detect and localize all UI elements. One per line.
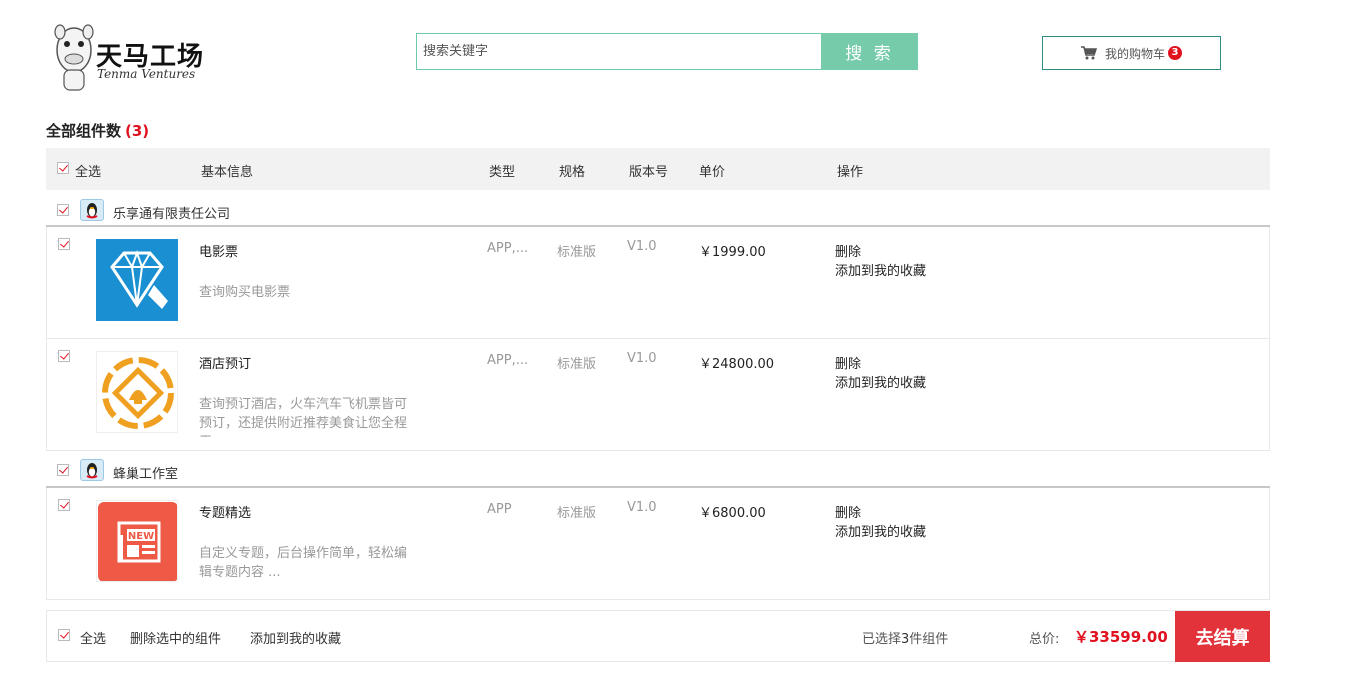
select-all-label: 全选	[75, 165, 102, 180]
column-spec: 规格	[559, 165, 586, 180]
search-input[interactable]	[416, 33, 821, 70]
my-cart-button[interactable]: 我的购物车 3	[1042, 36, 1221, 70]
cart-item: 电影票 查询购买电影票 APP,... 标准版 V1.0 ￥1999.00 删除…	[46, 227, 1270, 339]
item-checkbox[interactable]	[58, 350, 70, 362]
column-unit-price: 单价	[699, 165, 726, 180]
delete-link[interactable]: 删除	[835, 502, 861, 521]
total-price: ￥33599.00	[1074, 628, 1168, 646]
page-title: 全部组件数 (3)	[46, 120, 149, 141]
item-price: ￥1999.00	[699, 245, 766, 260]
diamond-film-icon[interactable]	[96, 239, 178, 321]
item-description: 自定义专题，后台操作简单，轻松编辑专题内容 ...	[199, 546, 408, 580]
item-version: V1.0	[627, 239, 657, 254]
total-label: 总价:	[1029, 632, 1060, 647]
cart-item: NEW 专题精选 自定义专题，后台操作简单，轻松编辑专题内容 ... APP 标…	[46, 488, 1270, 600]
checkout-button[interactable]: 去结算	[1175, 611, 1270, 662]
item-price: ￥24800.00	[699, 357, 775, 372]
delete-link[interactable]: 删除	[835, 353, 861, 372]
item-name[interactable]: 酒店预订	[199, 353, 251, 372]
qq-penguin-icon	[80, 199, 104, 221]
shop-checkbox[interactable]	[57, 204, 69, 216]
delete-link[interactable]: 删除	[835, 241, 861, 260]
item-spec: 标准版	[557, 506, 597, 521]
item-description: 查询购买电影票	[199, 285, 291, 300]
item-spec: 标准版	[557, 357, 597, 372]
item-type: APP,...	[487, 353, 529, 368]
component-count: (3)	[125, 122, 150, 140]
add-selected-to-favorites-link[interactable]: 添加到我的收藏	[250, 628, 341, 647]
add-to-favorites-link[interactable]: 添加到我的收藏	[835, 260, 926, 279]
selected-count-suffix: 件组件	[909, 632, 949, 647]
shop-name[interactable]: 蜂巢工作室	[113, 463, 178, 482]
table-header: 全选 基本信息 类型 规格 版本号 单价 操作	[46, 148, 1270, 190]
cart-icon	[1080, 46, 1097, 60]
item-description: 查询预订酒店，火车汽车飞机票皆可预订，还提供附近推荐美食让您全程无	[199, 397, 408, 437]
shop-row: 乐享通有限责任公司	[46, 190, 1270, 227]
shop-name[interactable]: 乐享通有限责任公司	[113, 203, 230, 222]
item-type: APP,...	[487, 241, 529, 256]
item-version: V1.0	[627, 351, 657, 366]
news-icon[interactable]: NEW	[96, 500, 178, 582]
shop-row: 蜂巢工作室	[46, 451, 1270, 488]
page-title-text: 全部组件数	[46, 122, 122, 140]
item-price: ￥6800.00	[699, 506, 766, 521]
cart-label: 我的购物车	[1104, 46, 1165, 61]
footer-select-all-checkbox[interactable]	[58, 629, 70, 641]
svg-text:NEW: NEW	[128, 531, 154, 542]
cart-count-badge: 3	[1168, 46, 1182, 60]
logo-subtitle: Tenma Ventures	[97, 67, 196, 81]
cart-item: 酒店预订 查询预订酒店，火车汽车飞机票皆可预订，还提供附近推荐美食让您全程无 A…	[46, 339, 1270, 451]
selected-count-prefix: 已选择	[862, 632, 902, 647]
search-button[interactable]: 搜 索	[821, 33, 918, 70]
delete-selected-link[interactable]: 删除选中的组件	[130, 628, 221, 647]
column-operation: 操作	[837, 165, 864, 180]
shell-emblem-icon[interactable]	[96, 351, 178, 433]
footer-select-all-label[interactable]: 全选	[80, 628, 106, 647]
search-bar: 搜 索	[416, 33, 918, 70]
add-to-favorites-link[interactable]: 添加到我的收藏	[835, 521, 926, 540]
item-name[interactable]: 专题精选	[199, 502, 251, 521]
shop-checkbox[interactable]	[57, 464, 69, 476]
column-version: 版本号	[629, 165, 669, 180]
select-all-checkbox[interactable]	[57, 162, 69, 174]
qq-penguin-icon	[80, 459, 104, 481]
item-checkbox[interactable]	[58, 238, 70, 250]
add-to-favorites-link[interactable]: 添加到我的收藏	[835, 372, 926, 391]
mascot-icon	[54, 24, 94, 91]
item-checkbox[interactable]	[58, 499, 70, 511]
cart-footer: 全选 删除选中的组件 添加到我的收藏 已选择3件组件 总价: ￥33599.00…	[46, 610, 1270, 662]
item-name[interactable]: 电影票	[199, 241, 238, 260]
selected-count: 已选择3件组件	[862, 628, 948, 647]
item-spec: 标准版	[557, 245, 597, 260]
item-version: V1.0	[627, 500, 657, 515]
column-type: 类型	[489, 165, 516, 180]
item-type: APP	[487, 502, 512, 517]
column-basic-info: 基本信息	[201, 165, 254, 180]
